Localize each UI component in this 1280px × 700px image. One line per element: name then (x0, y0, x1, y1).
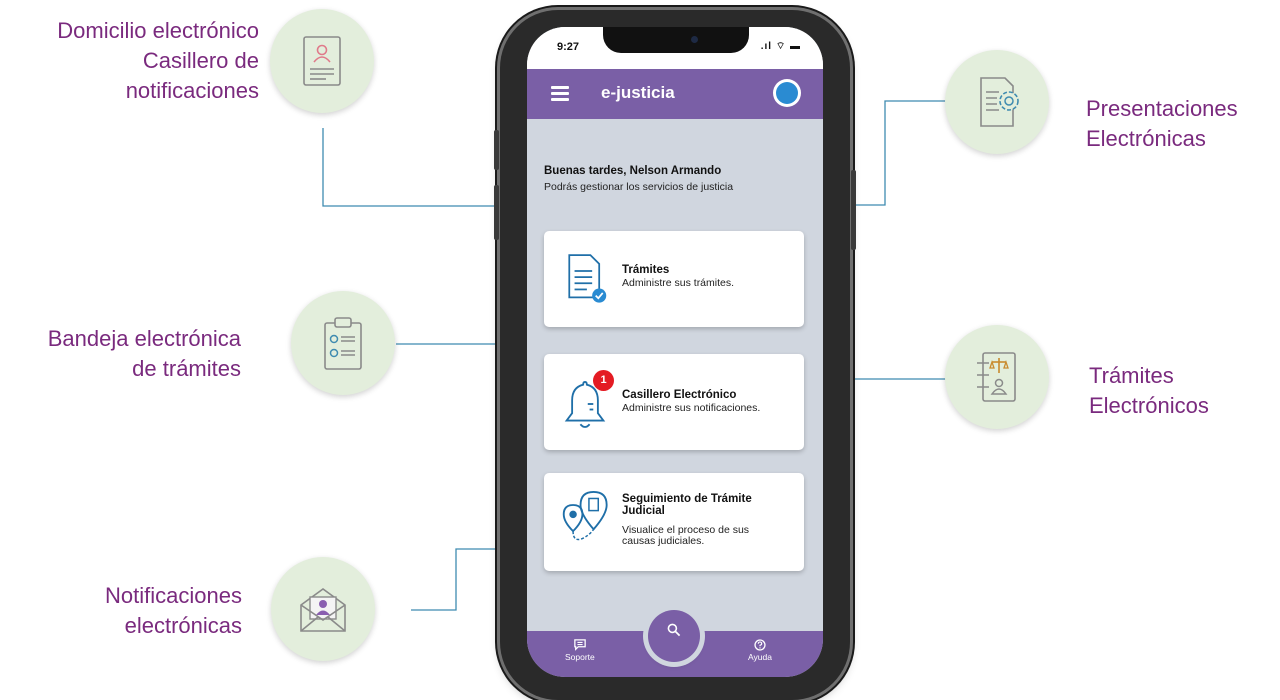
clipboard-checklist-icon (324, 317, 362, 370)
card-casillero-title: Casillero Electrónico (622, 389, 737, 401)
profile-document-icon (303, 36, 341, 86)
card-seguimiento-title: Seguimiento de Trámite Judicial (622, 493, 752, 517)
phone-screen: 9:27 .ıl ⌔ ▬ e-justicia Buenas tardes, N… (527, 27, 823, 677)
greeting-title: Buenas tardes, Nelson Armando (544, 165, 722, 177)
feature-label-notificaciones: Notificaciones electrónicas (105, 583, 242, 638)
phone-frame: 9:27 .ıl ⌔ ▬ e-justicia Buenas tardes, N… (494, 10, 856, 700)
domicilio-circle (270, 9, 374, 113)
nav-ayuda[interactable]: Ayuda (748, 639, 772, 662)
phone-power-button (851, 170, 856, 250)
camera-icon (691, 36, 698, 43)
card-seguimiento-title-line2: Judicial (622, 505, 665, 517)
feature-label-presentaciones: Presentaciones Electrónicas (1086, 96, 1238, 151)
document-check-icon (568, 254, 607, 303)
card-seguimiento[interactable]: Seguimiento de Trámite Judicial Visualic… (544, 473, 804, 571)
feature-label-domicilio: Domicilio electrónico Casillero de notif… (57, 18, 259, 103)
card-seguimiento-subtitle: Visualice el proceso de sus causas judic… (622, 525, 749, 547)
feature-label-tramites-electronicos: Trámites Electrónicos (1089, 363, 1209, 418)
search-button[interactable] (648, 610, 700, 662)
phone-volume-button (494, 185, 499, 240)
document-gear-icon (980, 77, 1019, 127)
nav-soporte-label: Soporte (565, 652, 595, 662)
search-icon (667, 623, 681, 637)
phone-side-button (494, 130, 499, 170)
nav-ayuda-label: Ayuda (748, 652, 772, 662)
justice-scale-document-icon (977, 352, 1016, 402)
card-casillero[interactable]: 1 Casillero Electrónico Administre sus n… (544, 354, 804, 450)
nav-soporte[interactable]: Soporte (565, 639, 595, 662)
status-time: 9:27 (557, 41, 580, 53)
card-seguimiento-title-line1: Seguimiento de Trámite (622, 493, 752, 505)
status-icons: .ıl ⌔ ▬ (760, 41, 801, 52)
card-tramites-subtitle: Administre sus trámites. (622, 277, 735, 289)
app-title: e-justicia (601, 83, 675, 102)
tramites-electronicos-circle (945, 325, 1049, 429)
help-circle-icon (754, 639, 766, 651)
feature-label-bandeja: Bandeja electrónica de trámites (47, 326, 241, 381)
phone-notch (603, 27, 749, 53)
bandeja-circle (291, 291, 395, 395)
chat-icon (574, 639, 586, 651)
user-avatar-icon[interactable] (773, 79, 801, 107)
notificaciones-circle (271, 557, 375, 661)
card-tramites-title: Trámites (622, 264, 670, 276)
greeting-subtitle: Podrás gestionar los servicios de justic… (544, 181, 734, 193)
app-bar: e-justicia (527, 69, 823, 119)
notification-badge: 1 (593, 370, 614, 391)
card-tramites[interactable]: Trámites Administre sus trámites. (544, 231, 804, 327)
presentaciones-circle (945, 50, 1049, 154)
hamburger-menu-icon[interactable] (551, 86, 569, 101)
card-seguimiento-subtitle-line2: causas judiciales. (622, 535, 705, 547)
card-casillero-subtitle: Administre sus notificaciones. (622, 402, 761, 414)
envelope-user-icon (300, 588, 346, 632)
location-pin-route-icon (562, 490, 608, 541)
